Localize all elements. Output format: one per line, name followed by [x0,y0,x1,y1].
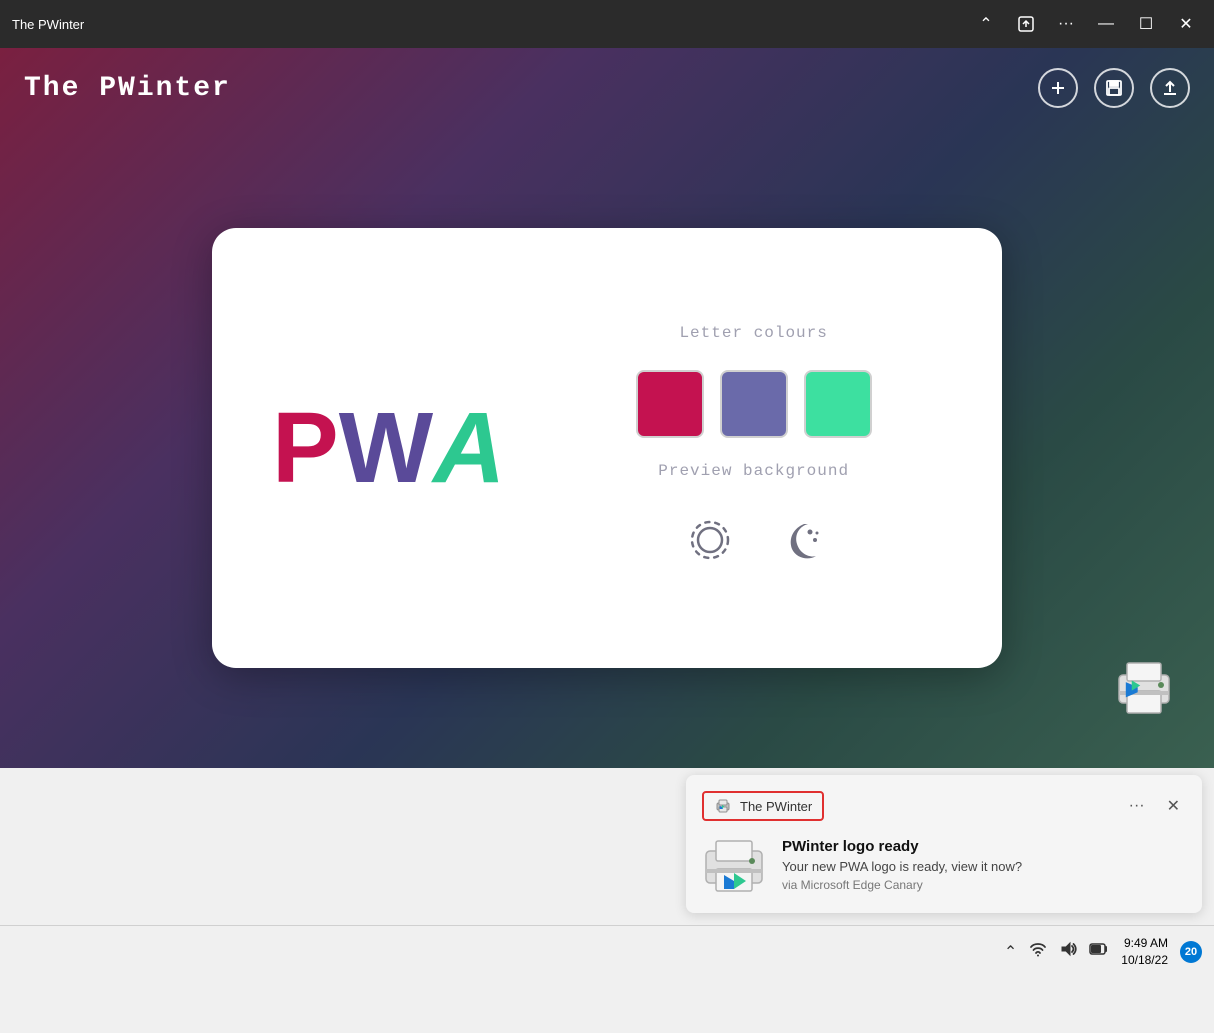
desktop-area: The PWinter ··· ✕ [0,768,1214,977]
printer-float [1104,648,1184,728]
battery-icon[interactable] [1089,942,1109,961]
title-bar: The PWinter ⌃ ··· — ☐ ✕ [0,0,1214,48]
color-swatches [636,370,872,438]
notification-close-button[interactable]: ✕ [1161,792,1186,820]
minimize-button[interactable]: — [1090,8,1122,40]
more-button[interactable]: ··· [1050,8,1082,40]
app-content: P W A Letter colours Preview background [0,128,1214,768]
notification-via: via Microsoft Edge Canary [782,878,1022,892]
notification-popup: The PWinter ··· ✕ [674,763,1214,925]
controls-panel: Letter colours Preview background [565,324,942,572]
save-button[interactable] [1094,68,1134,108]
card: P W A Letter colours Preview background [212,228,1002,668]
taskbar: ⌃ [0,925,1214,977]
pwa-letter-p: P [272,398,339,498]
taskbar-date: 10/18/22 [1121,952,1168,969]
notification-icon [702,833,766,897]
app-header-actions [1038,68,1190,108]
color-swatch-green[interactable] [804,370,872,438]
taskbar-time: 9:49 AM [1121,935,1168,952]
color-swatch-purple[interactable] [720,370,788,438]
notification-message: Your new PWA logo is ready, view it now? [782,859,1022,874]
chevron-up-button[interactable]: ⌃ [970,8,1002,40]
pwa-letter-a: A [433,398,505,498]
notification-title: PWinter logo ready [782,838,1022,855]
notification-app-name-wrap: The PWinter [702,791,824,821]
upload-button[interactable] [1150,68,1190,108]
chevron-up-icon[interactable]: ⌃ [1004,942,1017,962]
notification-count-badge[interactable]: 20 [1180,941,1202,963]
dark-mode-button[interactable] [766,508,830,572]
notification-more-button[interactable]: ··· [1123,793,1151,819]
notification-body: PWinter logo ready Your new PWA logo is … [702,833,1186,897]
share-button[interactable] [1010,8,1042,40]
notification-text: PWinter logo ready Your new PWA logo is … [782,838,1022,892]
close-button[interactable]: ✕ [1170,8,1202,40]
taskbar-clock: 9:49 AM 10/18/22 [1121,935,1168,969]
notification-app-name: The PWinter [740,799,812,814]
pwa-letter-w: W [339,398,433,498]
volume-icon[interactable] [1059,940,1077,963]
preview-background-label: Preview background [658,462,849,480]
restore-button[interactable]: ☐ [1130,8,1162,40]
notification-card: The PWinter ··· ✕ [686,775,1202,913]
notification-header: The PWinter ··· ✕ [702,791,1186,821]
app-header: The PWinter [0,48,1214,128]
letter-colours-label: Letter colours [679,324,827,342]
color-swatch-red[interactable] [636,370,704,438]
background-controls [678,508,830,572]
pwa-logo: P W A [272,398,505,498]
title-bar-controls: ⌃ ··· — ☐ ✕ [970,8,1202,40]
app-window: The PWinter [0,48,1214,768]
app-title: The PWinter [24,73,231,104]
taskbar-tray: ⌃ [1004,935,1202,969]
add-button[interactable] [1038,68,1078,108]
title-bar-title: The PWinter [12,17,958,32]
printer-icon [1104,648,1184,728]
light-mode-button[interactable] [678,508,742,572]
wifi-icon[interactable] [1029,940,1047,963]
